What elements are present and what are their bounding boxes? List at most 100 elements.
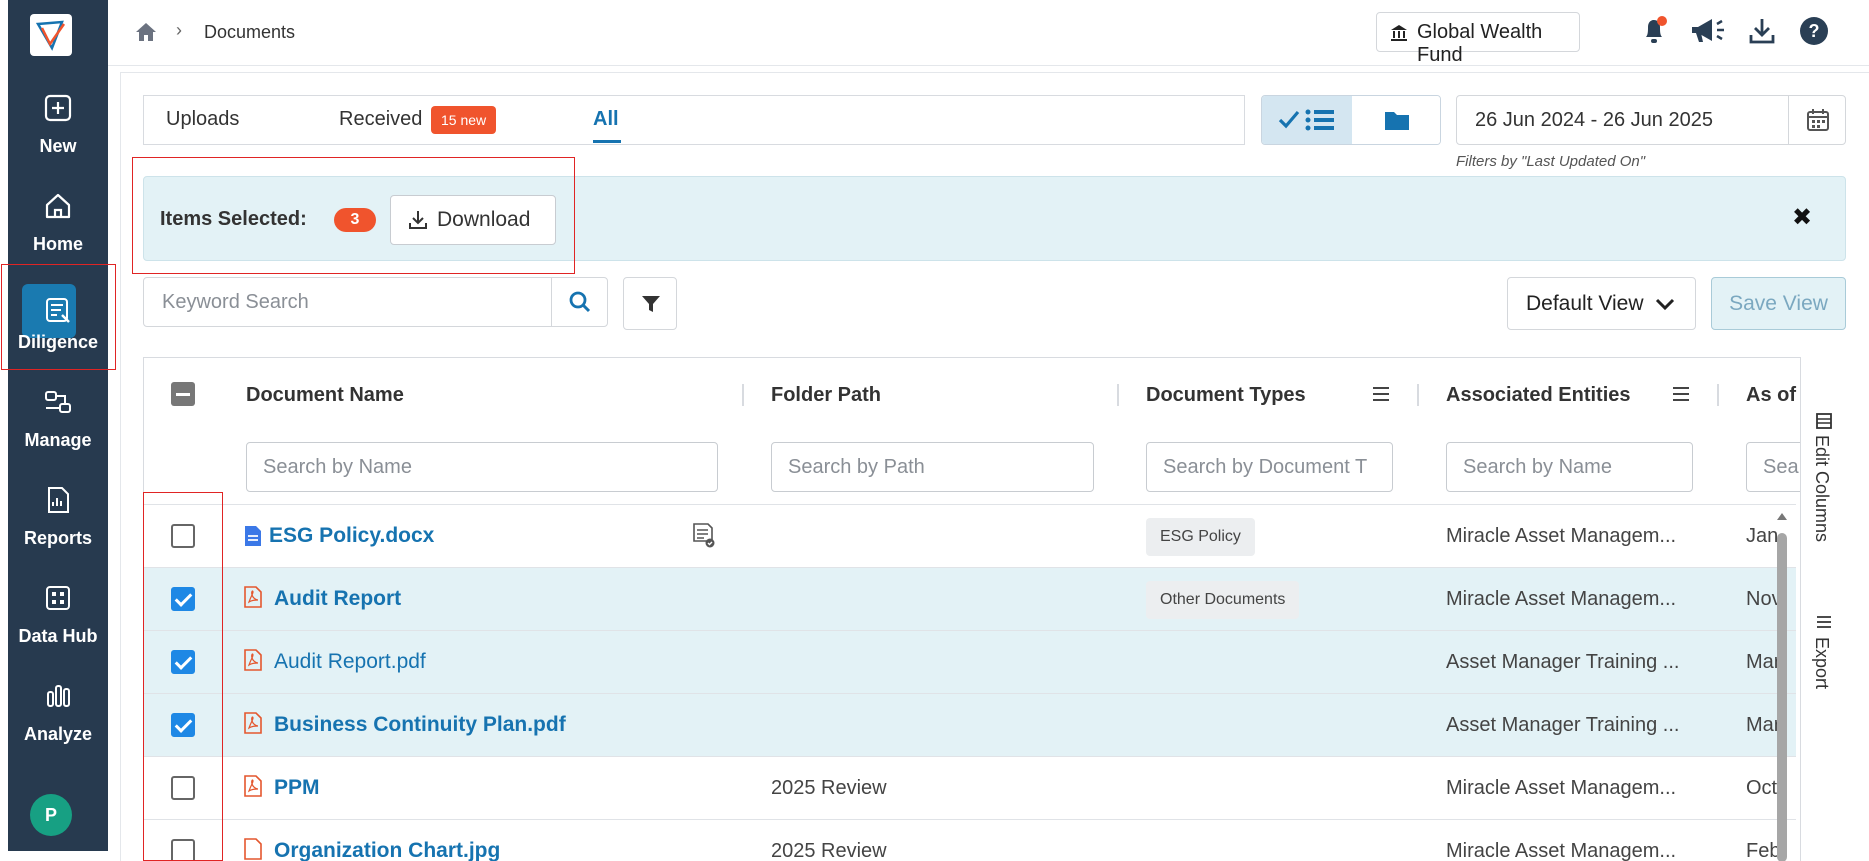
document-name-link[interactable]: ESG Policy.docx — [269, 524, 434, 548]
bell-icon[interactable] — [1640, 15, 1670, 47]
associated-entity: Miracle Asset Managem... — [1446, 525, 1677, 547]
columns-icon — [1816, 413, 1832, 429]
home-icon[interactable] — [134, 20, 158, 44]
view-selector[interactable]: Default View — [1507, 277, 1696, 330]
document-name-link[interactable]: Audit Report — [274, 587, 401, 611]
type-filter-input[interactable] — [1146, 442, 1393, 492]
search-icon — [569, 291, 591, 313]
name-filter-input[interactable] — [246, 442, 718, 492]
breadcrumb: Documents — [204, 22, 296, 42]
date-range-value: 26 Jun 2024 - 26 Jun 2025 — [1475, 109, 1713, 131]
app-logo[interactable] — [30, 14, 72, 56]
pdf-icon — [244, 712, 262, 734]
manage-icon — [45, 391, 71, 413]
associated-entity: Miracle Asset Managem... — [1446, 588, 1677, 610]
scroll-up-arrow-icon[interactable] — [1776, 511, 1788, 521]
items-selected-label: Items Selected: — [160, 208, 307, 230]
column-separator[interactable] — [1417, 384, 1419, 406]
export-label: Export — [1812, 637, 1832, 690]
word-doc-icon — [245, 526, 261, 546]
column-separator[interactable] — [1117, 384, 1119, 406]
row-checkbox[interactable] — [171, 524, 195, 548]
avatar[interactable]: P — [30, 794, 72, 836]
close-icon[interactable]: ✖ — [1792, 203, 1812, 232]
plus-square-icon — [44, 94, 72, 122]
row-checkbox[interactable] — [171, 650, 195, 674]
row-checkbox[interactable] — [171, 776, 195, 800]
pdf-icon — [244, 586, 262, 608]
date-range-picker[interactable]: 26 Jun 2024 - 26 Jun 2025 — [1456, 95, 1846, 145]
row-checkbox[interactable] — [171, 587, 195, 611]
sidebar-item-new[interactable]: New — [8, 78, 108, 174]
row-checkbox[interactable] — [171, 839, 195, 861]
export-button[interactable]: Export — [1801, 615, 1847, 715]
sidebar-item-home[interactable]: Home — [8, 176, 108, 272]
folder-icon — [1385, 112, 1409, 130]
sidebar-item-reports[interactable]: Reports — [8, 470, 108, 566]
search-button[interactable] — [551, 278, 607, 326]
sidebar: New Home Diligence Manage Reports Data H… — [8, 0, 108, 851]
tab-received[interactable]: Received 15 new — [339, 96, 559, 144]
associated-entity: Miracle Asset Managem... — [1446, 777, 1677, 799]
tab-all[interactable]: All — [593, 108, 619, 131]
table-row[interactable]: Audit Report Other Documents Miracle Ass… — [144, 567, 1796, 630]
column-header-as-of[interactable]: As of — [1746, 384, 1796, 407]
document-tabs: Uploads Received 15 new All — [143, 95, 1245, 145]
folder-view-button[interactable] — [1352, 96, 1440, 144]
chevron-right-icon: › — [176, 20, 182, 40]
folder-path: 2025 Review — [771, 777, 887, 799]
download-button[interactable]: Download — [390, 195, 556, 245]
save-view-button[interactable]: Save View — [1711, 277, 1846, 330]
table-row[interactable]: Audit Report.pdf Asset Manager Training … — [144, 630, 1796, 693]
search-input[interactable] — [144, 278, 551, 326]
top-bar: › Documents Global Wealth Fund ? — [108, 0, 1869, 66]
column-header-name[interactable]: Document Name — [246, 384, 404, 407]
table-row[interactable]: Business Continuity Plan.pdf Asset Manag… — [144, 693, 1796, 756]
date-filter-note: Filters by "Last Updated On" — [1456, 153, 1646, 170]
sidebar-item-label: Analyze — [23, 724, 93, 744]
document-preview-icon[interactable] — [692, 523, 716, 549]
help-icon[interactable]: ? — [1798, 15, 1830, 47]
as-of-filter-input[interactable] — [1746, 442, 1806, 492]
document-name-link[interactable]: Audit Report.pdf — [274, 650, 426, 674]
column-header-entities[interactable]: Associated Entities — [1446, 384, 1631, 407]
tab-uploads[interactable]: Uploads — [166, 108, 239, 131]
vertical-scrollbar[interactable] — [1777, 533, 1787, 861]
calendar-button[interactable] — [1788, 96, 1846, 144]
row-checkbox[interactable] — [171, 713, 195, 737]
document-name-link[interactable]: PPM — [274, 776, 320, 800]
sidebar-item-manage[interactable]: Manage — [8, 372, 108, 468]
pdf-icon — [244, 649, 262, 671]
document-name-link[interactable]: Business Continuity Plan.pdf — [274, 713, 566, 737]
column-menu-icon[interactable] — [1372, 386, 1390, 402]
folder-path: 2025 Review — [771, 840, 887, 861]
sidebar-item-label: Reports — [23, 528, 92, 548]
table-row[interactable]: PPM 2025 Review Miracle Asset Managem...… — [144, 756, 1796, 819]
new-count-badge: 15 new — [431, 106, 497, 134]
filter-button[interactable] — [623, 277, 677, 330]
column-menu-icon[interactable] — [1672, 386, 1690, 402]
diligence-icon — [46, 298, 70, 323]
document-name-link[interactable]: Organization Chart.jpg — [274, 839, 500, 861]
sidebar-item-data-hub[interactable]: Data Hub — [8, 568, 108, 664]
column-separator[interactable] — [742, 384, 744, 406]
download-icon[interactable] — [1748, 15, 1776, 47]
megaphone-icon[interactable] — [1690, 15, 1726, 47]
select-all-checkbox[interactable] — [171, 382, 195, 406]
column-header-types[interactable]: Document Types — [1146, 384, 1306, 407]
associated-entity: Miracle Asset Managem... — [1446, 840, 1677, 861]
list-view-button[interactable] — [1262, 96, 1352, 144]
menu-lines-icon — [1817, 616, 1831, 628]
edit-columns-button[interactable]: Edit Columns — [1801, 413, 1847, 553]
column-header-folder[interactable]: Folder Path — [771, 384, 881, 407]
sidebar-item-analyze[interactable]: Analyze — [8, 666, 108, 762]
side-tool-panel: Edit Columns Export — [1800, 357, 1846, 861]
table-row[interactable]: Organization Chart.jpg 2025 Review Mirac… — [144, 819, 1796, 861]
entity-filter-input[interactable] — [1446, 442, 1693, 492]
folder-filter-input[interactable] — [771, 442, 1094, 492]
fund-selector[interactable]: Global Wealth Fund — [1376, 12, 1580, 66]
column-separator[interactable] — [1717, 384, 1719, 406]
sidebar-item-diligence[interactable]: Diligence — [8, 274, 108, 370]
table-row[interactable]: ESG Policy.docx ESG Policy Miracle Asset… — [144, 504, 1796, 567]
view-toggle — [1261, 95, 1441, 145]
